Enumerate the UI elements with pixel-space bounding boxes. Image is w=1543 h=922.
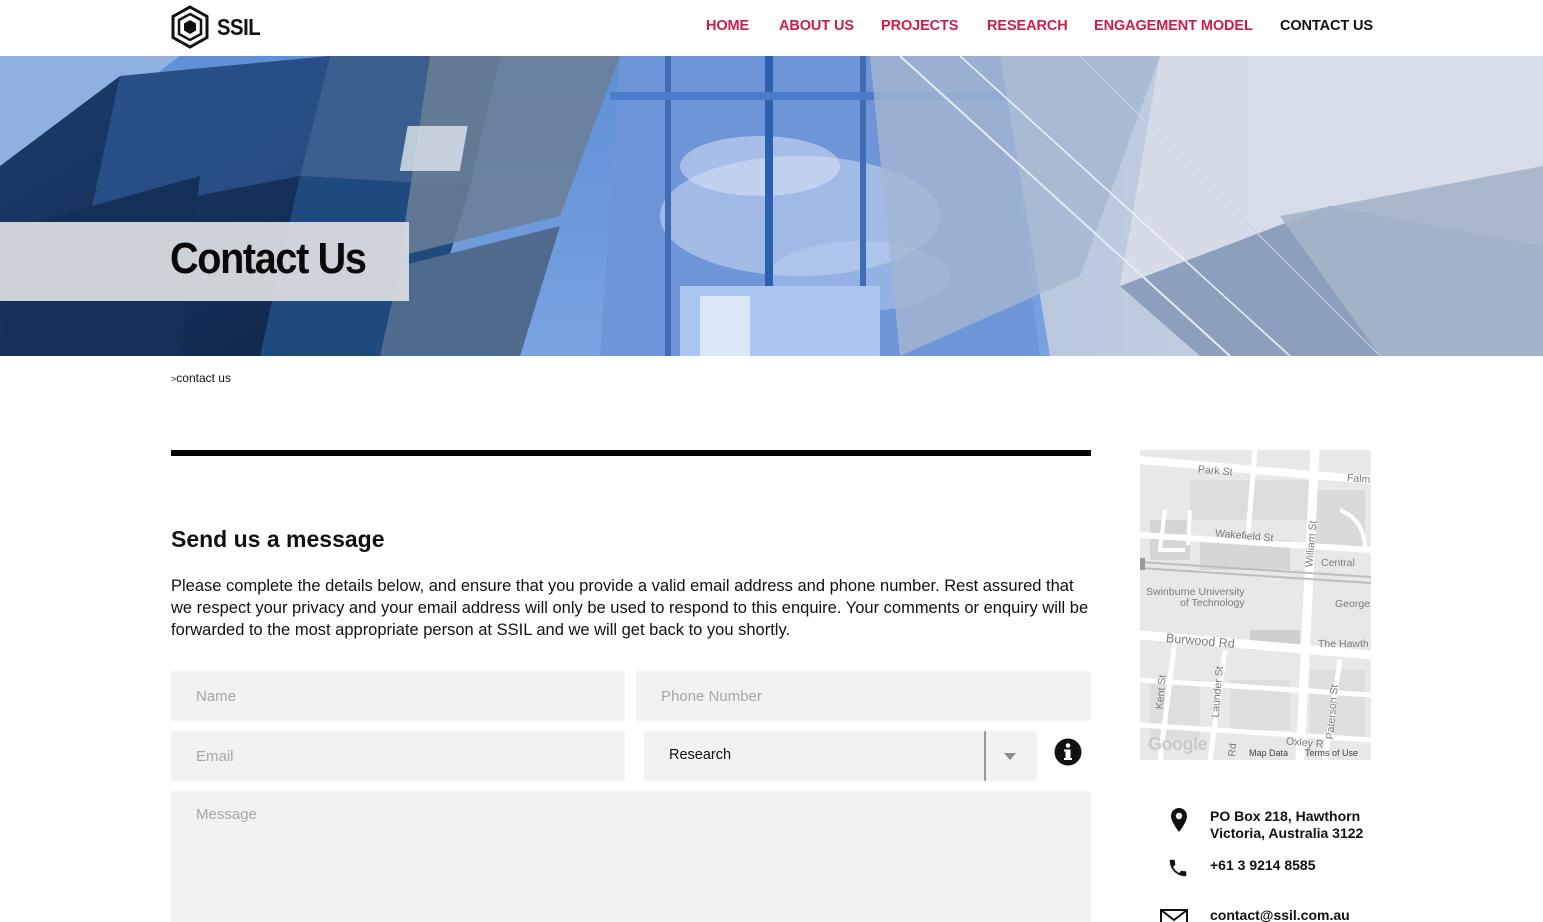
email-text[interactable]: contact@ssil.com.au	[1210, 907, 1350, 922]
glass-building-image	[0, 56, 1543, 356]
phone-input[interactable]	[636, 671, 1091, 721]
nav-research[interactable]: RESEARCH	[987, 18, 1068, 34]
message-textarea[interactable]	[171, 791, 1091, 922]
google-logo: Google	[1148, 734, 1208, 754]
nav-home[interactable]: HOME	[706, 18, 749, 34]
contact-email: contact@ssil.com.au	[1160, 907, 1390, 922]
site-logo[interactable]: SSIL	[170, 5, 266, 49]
select-value: Research	[669, 747, 732, 763]
select-separator	[984, 731, 986, 781]
map-terms-link[interactable]: Terms of Use	[1305, 748, 1358, 758]
info-icon[interactable]	[1054, 738, 1082, 766]
breadcrumb-current[interactable]: contact us	[176, 371, 231, 385]
phone-icon	[1169, 859, 1187, 877]
breadcrumb: >contact us	[171, 371, 231, 385]
map-label-swinburne-2: of Technology	[1180, 597, 1245, 609]
name-input[interactable]	[171, 671, 625, 721]
nav-projects[interactable]: PROJECTS	[881, 18, 958, 34]
address-line-2: Victoria, Australia 3122	[1210, 825, 1364, 841]
address-text: PO Box 218, Hawthorn Victoria, Australia…	[1210, 808, 1363, 842]
map-pin-icon	[1171, 808, 1187, 832]
nav-engagement-model[interactable]: ENGAGEMENT MODEL	[1094, 18, 1253, 34]
location-map[interactable]: Park St Falm Wakefield St William St Cen…	[1140, 450, 1371, 760]
page-title: Contact Us	[170, 234, 367, 283]
envelope-icon	[1160, 909, 1188, 922]
form-title: Send us a message	[171, 526, 385, 552]
map-label-rd: Rd	[1226, 742, 1240, 758]
map-label-the-hawth: The Hawth	[1318, 638, 1369, 650]
nav-contact-us[interactable]: CONTACT US	[1280, 18, 1373, 34]
section-divider	[171, 450, 1091, 456]
hero-title-box: Contact Us	[0, 222, 409, 301]
contact-phone: +61 3 9214 8585	[1160, 857, 1390, 881]
hero-banner: Contact Us	[0, 56, 1543, 356]
email-input[interactable]	[171, 731, 625, 781]
site-header: SSIL HOME ABOUT US PROJECTS RESEARCH ENG…	[0, 0, 1543, 56]
map-label-falm: Falm	[1346, 472, 1371, 486]
form-intro-text: Please complete the details below, and e…	[171, 577, 1089, 639]
hexagon-logo-icon	[171, 5, 209, 49]
nav-about-us[interactable]: ABOUT US	[779, 18, 854, 34]
chevron-down-icon[interactable]	[1004, 753, 1016, 760]
address-line-1: PO Box 218, Hawthorn	[1210, 808, 1361, 824]
map-data-link[interactable]: Map Data	[1249, 748, 1288, 758]
map-label-george: George	[1335, 598, 1371, 610]
phone-text[interactable]: +61 3 9214 8585	[1210, 857, 1316, 874]
contact-address: PO Box 218, Hawthorn Victoria, Australia…	[1160, 808, 1390, 844]
map-label-central: Central	[1321, 557, 1355, 569]
enquiry-category-select[interactable]: Research	[644, 731, 1037, 781]
logo-text: SSIL	[217, 13, 261, 40]
